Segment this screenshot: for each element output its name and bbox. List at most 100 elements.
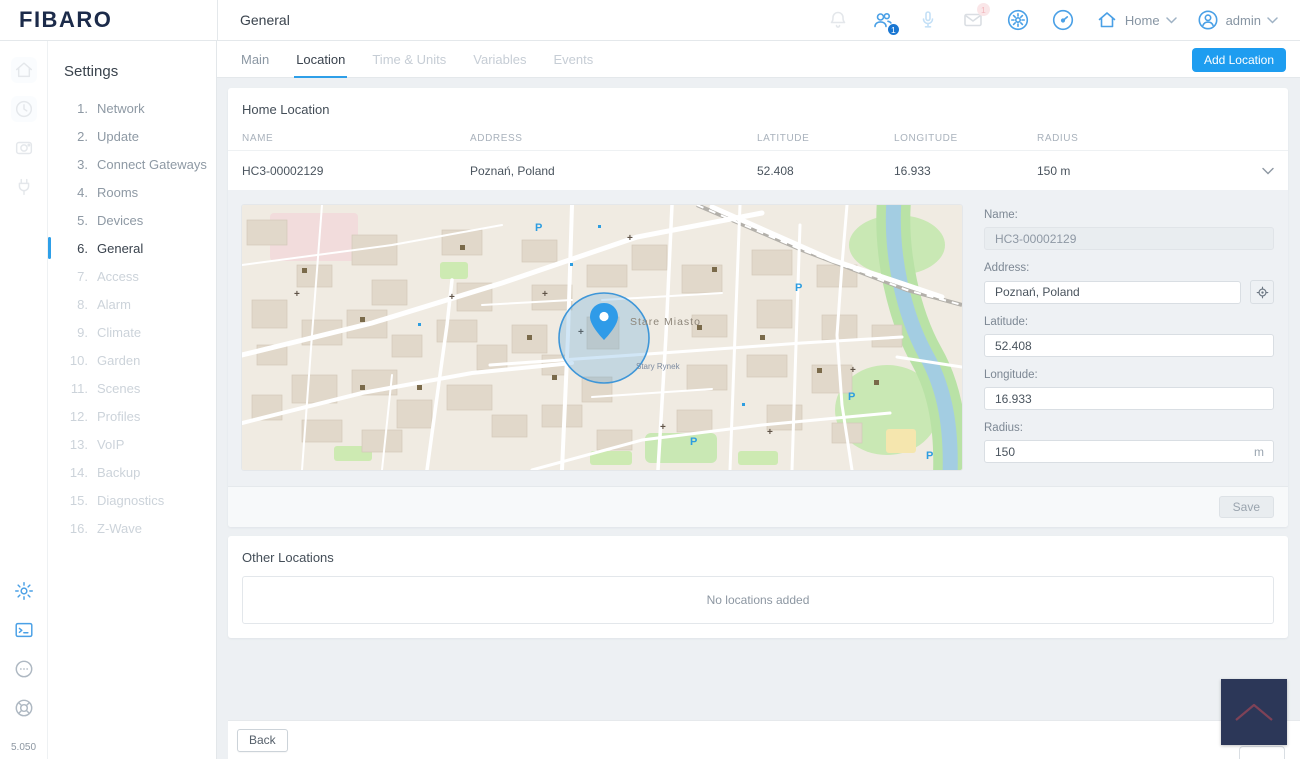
hidden-next-button[interactable] — [1239, 746, 1285, 759]
back-button[interactable]: Back — [237, 729, 288, 752]
user-menu[interactable]: admin — [1196, 8, 1278, 32]
home-selector[interactable]: Home — [1095, 8, 1177, 32]
row-name: HC3-00002129 — [242, 164, 470, 178]
sidebar-item-scenes[interactable]: 11.Scenes — [48, 374, 216, 402]
clock-rail-icon[interactable] — [11, 96, 37, 122]
sidebar-item-zwave[interactable]: 16.Z-Wave — [48, 514, 216, 542]
radius-unit: m — [1254, 445, 1264, 459]
name-label: Name: — [984, 209, 1274, 221]
version-label: 5.050 — [11, 742, 36, 753]
crosshair-icon — [1255, 285, 1270, 300]
other-locations-title: Other Locations — [242, 536, 1274, 574]
other-locations-card: Other Locations No locations added — [228, 536, 1288, 638]
main-content: Main Location Time & Units Variables Eve… — [217, 41, 1300, 759]
sidebar-item-general[interactable]: 6.General — [48, 234, 216, 262]
scroll-area: Home Location NAME ADDRESS LATITUDE LONG… — [217, 78, 1300, 638]
row-latitude: 52.408 — [757, 164, 894, 178]
settings-menu: Settings 1.Network 2.Update 3.Connect Ga… — [48, 41, 216, 759]
mail-badge: 1 — [977, 3, 990, 16]
sidebar-item-profiles[interactable]: 12.Profiles — [48, 402, 216, 430]
table-header: NAME ADDRESS LATITUDE LONGITUDE RADIUS — [228, 126, 1288, 150]
location-detail-panel: ++++ ++++ P P P P P — [228, 190, 1288, 486]
scroll-to-top-button[interactable] — [1221, 679, 1287, 745]
header-divider — [217, 0, 218, 40]
address-field[interactable] — [984, 281, 1241, 304]
alarm-bell-icon[interactable] — [825, 7, 851, 33]
tab-time-units[interactable]: Time & Units — [372, 41, 446, 78]
svg-text:+: + — [850, 365, 856, 376]
latitude-field[interactable] — [984, 334, 1274, 357]
row-expand-chevron-icon[interactable] — [1262, 167, 1274, 175]
chevron-up-icon — [1232, 701, 1276, 723]
sidebar-item-alarm[interactable]: 8.Alarm — [48, 290, 216, 318]
plug-rail-icon[interactable] — [11, 174, 37, 200]
tab-events[interactable]: Events — [554, 41, 594, 78]
user-menu-label: admin — [1226, 13, 1261, 28]
sidebar-item-backup[interactable]: 14.Backup — [48, 458, 216, 486]
sidebar-item-voip[interactable]: 13.VoIP — [48, 430, 216, 458]
svg-text:+: + — [294, 289, 300, 300]
radius-label: Radius: — [984, 422, 1274, 434]
settings-icon[interactable] — [1005, 7, 1031, 33]
top-header: FIBARO General 1 — [0, 0, 1300, 41]
home-selector-label: Home — [1125, 13, 1160, 28]
map-square-label: Stary Rynek — [636, 362, 681, 371]
fibaro-logo: FIBARO — [0, 7, 217, 33]
home-icon — [1095, 8, 1119, 32]
icon-rail: 5.050 — [0, 41, 48, 759]
chevron-down-icon — [1166, 17, 1177, 24]
camera-rail-icon[interactable] — [11, 135, 37, 161]
svg-text:+: + — [449, 292, 455, 303]
save-button[interactable]: Save — [1219, 496, 1274, 518]
home-location-title: Home Location — [228, 88, 1288, 126]
sidebar-item-rooms[interactable]: 4.Rooms — [48, 178, 216, 206]
locate-button[interactable] — [1250, 280, 1274, 304]
tab-variables[interactable]: Variables — [473, 41, 526, 78]
users-badge: 1 — [887, 23, 900, 36]
map-parking-icon: P — [848, 391, 855, 403]
svg-text:+: + — [627, 233, 633, 244]
gear-rail-icon[interactable] — [11, 578, 37, 604]
save-strip: Save — [228, 486, 1288, 527]
sidebar-item-climate[interactable]: 9.Climate — [48, 318, 216, 346]
home-location-card: Home Location NAME ADDRESS LATITUDE LONG… — [228, 88, 1288, 527]
longitude-field[interactable] — [984, 387, 1274, 410]
bottom-bar: Back — [228, 720, 1300, 759]
map-parking-icon: P — [795, 282, 802, 294]
sidebar-item-diagnostics[interactable]: 15.Diagnostics — [48, 486, 216, 514]
add-location-button[interactable]: Add Location — [1192, 48, 1286, 72]
header-icon-bar: 1 1 — [825, 7, 1300, 33]
avatar-icon — [1196, 8, 1220, 32]
latitude-label: Latitude: — [984, 316, 1274, 328]
users-icon[interactable]: 1 — [870, 7, 896, 33]
mail-icon[interactable]: 1 — [960, 7, 986, 33]
sidebar-item-devices[interactable]: 5.Devices — [48, 206, 216, 234]
terminal-rail-icon[interactable] — [11, 617, 37, 643]
support-lifebuoy-rail-icon[interactable] — [11, 695, 37, 721]
table-row[interactable]: HC3-00002129 Poznań, Poland 52.408 16.93… — [228, 150, 1288, 190]
tab-location[interactable]: Location — [296, 41, 345, 78]
map-canvas[interactable]: ++++ ++++ P P P P P — [242, 205, 962, 470]
sidebar-item-garden[interactable]: 10.Garden — [48, 346, 216, 374]
page-title: General — [240, 12, 290, 28]
gauge-icon[interactable] — [1050, 7, 1076, 33]
radius-field[interactable] — [984, 440, 1274, 463]
row-longitude: 16.933 — [894, 164, 1037, 178]
map-parking-icon: P — [690, 436, 697, 448]
microphone-icon[interactable] — [915, 7, 941, 33]
sidebar-item-network[interactable]: 1.Network — [48, 94, 216, 122]
chat-rail-icon[interactable] — [11, 656, 37, 682]
location-form: Name: Address: Latitude: Longitude: — [984, 205, 1274, 470]
longitude-label: Longitude: — [984, 369, 1274, 381]
map-district-label: Stare Miasto — [630, 316, 701, 328]
map-parking-icon: P — [926, 450, 933, 462]
sidebar-item-connect-gateways[interactable]: 3.Connect Gateways — [48, 150, 216, 178]
svg-text:+: + — [660, 422, 666, 433]
home-rail-icon[interactable] — [11, 57, 37, 83]
sidebar-item-access[interactable]: 7.Access — [48, 262, 216, 290]
no-locations-message: No locations added — [242, 576, 1274, 624]
map-parking-icon: P — [535, 222, 542, 234]
sidebar-item-update[interactable]: 2.Update — [48, 122, 216, 150]
name-field[interactable] — [984, 227, 1274, 250]
tab-main[interactable]: Main — [241, 41, 269, 78]
